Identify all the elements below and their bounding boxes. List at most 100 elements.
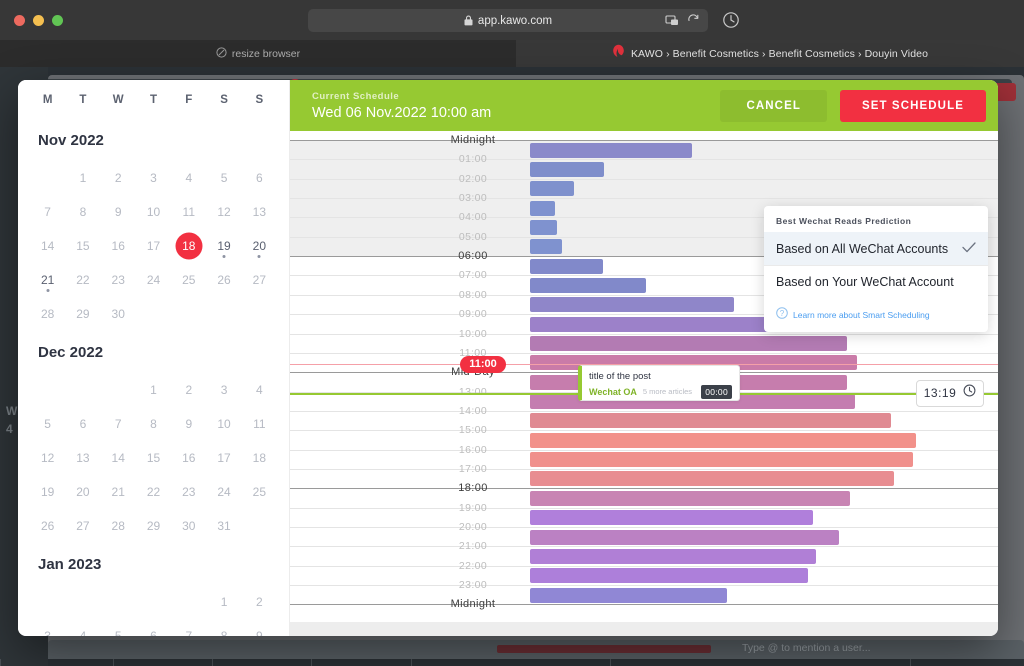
calendar-day[interactable]: 7 [171, 621, 206, 636]
chart-bar[interactable] [530, 220, 557, 235]
calendar-day[interactable]: 8 [136, 409, 171, 438]
calendar-day[interactable]: 14 [30, 231, 65, 260]
calendar-day[interactable]: 22 [136, 477, 171, 506]
calendar-day[interactable]: 5 [206, 163, 241, 192]
calendar-day[interactable]: 2 [101, 163, 136, 192]
calendar-day[interactable]: 12 [206, 197, 241, 226]
maximize-window-button[interactable] [52, 15, 63, 26]
calendar-day[interactable]: 10 [206, 409, 241, 438]
calendar-day[interactable]: 4 [171, 163, 206, 192]
calendar-day[interactable]: 28 [30, 299, 65, 328]
learn-more-row[interactable]: ? Learn more about Smart Scheduling [764, 298, 988, 328]
calendar-day[interactable]: 22 [65, 265, 100, 294]
close-window-button[interactable] [14, 15, 25, 26]
calendar-day[interactable]: 16 [171, 443, 206, 472]
chart-bar[interactable] [530, 278, 646, 293]
calendar-day[interactable]: 15 [136, 443, 171, 472]
calendar-day[interactable]: 25 [242, 477, 277, 506]
chart-bar[interactable] [530, 530, 839, 545]
calendar-day[interactable]: 31 [206, 511, 241, 540]
calendar-day[interactable]: 7 [101, 409, 136, 438]
calendar-day[interactable]: 29 [65, 299, 100, 328]
calendar-day[interactable]: 10 [136, 197, 171, 226]
chart-bar[interactable] [530, 568, 808, 583]
calendar-day[interactable]: 4 [65, 621, 100, 636]
calendar-day[interactable]: 20 [65, 477, 100, 506]
calendar-day[interactable]: 23 [101, 265, 136, 294]
calendar-day[interactable]: 7 [30, 197, 65, 226]
calendar-day[interactable]: 8 [206, 621, 241, 636]
calendar-day[interactable]: 15 [65, 231, 100, 260]
history-clock-icon[interactable] [722, 11, 740, 34]
chart-bar[interactable] [530, 181, 574, 196]
calendar-day[interactable]: 24 [136, 265, 171, 294]
calendar-day[interactable]: 8 [65, 197, 100, 226]
calendar-day[interactable]: 9 [242, 621, 277, 636]
cancel-button[interactable]: CANCEL [720, 90, 827, 122]
chart-bar[interactable] [530, 452, 913, 467]
prediction-option-your-account[interactable]: Based on Your WeChat Account [764, 266, 988, 298]
calendar-day[interactable]: 18 [242, 443, 277, 472]
calendar-day[interactable]: 26 [30, 511, 65, 540]
calendar-day[interactable]: 2 [171, 375, 206, 404]
calendar-panel[interactable]: MTWTFSS Nov 2022123456789101112131415161… [18, 80, 290, 636]
calendar-day[interactable]: 30 [101, 299, 136, 328]
address-bar[interactable]: app.kawo.com [308, 9, 708, 32]
calendar-day[interactable]: 27 [65, 511, 100, 540]
tab-resize-browser[interactable]: resize browser [0, 40, 516, 67]
scheduled-post-card[interactable]: title of the post Wechat OA 5 more artic… [578, 365, 740, 401]
minimize-window-button[interactable] [33, 15, 44, 26]
calendar-day[interactable]: 24 [206, 477, 241, 506]
calendar-day[interactable]: 21 [101, 477, 136, 506]
calendar-day[interactable]: 3 [206, 375, 241, 404]
calendar-day[interactable]: 28 [101, 511, 136, 540]
calendar-day[interactable]: 11 [242, 409, 277, 438]
chart-bar[interactable] [530, 510, 813, 525]
calendar-day[interactable]: 11 [171, 197, 206, 226]
calendar-day[interactable]: 21 [30, 265, 65, 294]
calendar-day[interactable]: 1 [136, 375, 171, 404]
calendar-day[interactable]: 18 [171, 231, 206, 260]
calendar-day[interactable]: 19 [206, 231, 241, 260]
reload-icon[interactable] [687, 14, 700, 32]
chart-bar[interactable] [530, 413, 891, 428]
calendar-day[interactable]: 19 [30, 477, 65, 506]
calendar-day[interactable]: 3 [136, 163, 171, 192]
calendar-day[interactable]: 13 [65, 443, 100, 472]
calendar-day[interactable]: 6 [242, 163, 277, 192]
chart-bar[interactable] [530, 297, 734, 312]
calendar-day[interactable]: 6 [65, 409, 100, 438]
learn-more-link[interactable]: Learn more about Smart Scheduling [793, 310, 930, 320]
chart-bar[interactable] [530, 259, 603, 274]
chart-bar[interactable] [530, 471, 894, 486]
chart-bar[interactable] [530, 588, 727, 603]
calendar-day[interactable]: 26 [206, 265, 241, 294]
calendar-day[interactable]: 17 [206, 443, 241, 472]
chart-bar[interactable] [530, 491, 850, 506]
cast-icon[interactable] [665, 13, 680, 33]
clock-icon[interactable] [963, 384, 976, 402]
chart-bar[interactable] [530, 143, 692, 158]
calendar-day[interactable]: 25 [171, 265, 206, 294]
chart-bar[interactable] [530, 549, 816, 564]
calendar-day[interactable]: 16 [101, 231, 136, 260]
best-reads-chart[interactable]: title of the post Wechat OA 5 more artic… [290, 131, 998, 622]
set-schedule-button[interactable]: SET SCHEDULE [840, 90, 986, 122]
chart-bar[interactable] [530, 239, 562, 254]
prediction-dropdown[interactable]: Best Wechat Reads Prediction Based on Al… [764, 206, 988, 332]
calendar-day[interactable]: 12 [30, 443, 65, 472]
calendar-day[interactable]: 20 [242, 231, 277, 260]
chart-bar[interactable] [530, 162, 604, 177]
calendar-day[interactable]: 5 [101, 621, 136, 636]
calendar-day[interactable]: 13 [242, 197, 277, 226]
calendar-day[interactable]: 29 [136, 511, 171, 540]
calendar-day[interactable]: 1 [206, 587, 241, 616]
calendar-day[interactable]: 9 [171, 409, 206, 438]
chart-bar[interactable] [530, 201, 555, 216]
tab-kawo-page[interactable]: KAWO › Benefit Cosmetics › Benefit Cosme… [516, 40, 1024, 67]
calendar-day[interactable]: 27 [242, 265, 277, 294]
chart-bar[interactable] [530, 433, 916, 448]
calendar-day[interactable]: 30 [171, 511, 206, 540]
time-input[interactable]: 13:19 [916, 380, 984, 407]
calendar-day[interactable]: 14 [101, 443, 136, 472]
